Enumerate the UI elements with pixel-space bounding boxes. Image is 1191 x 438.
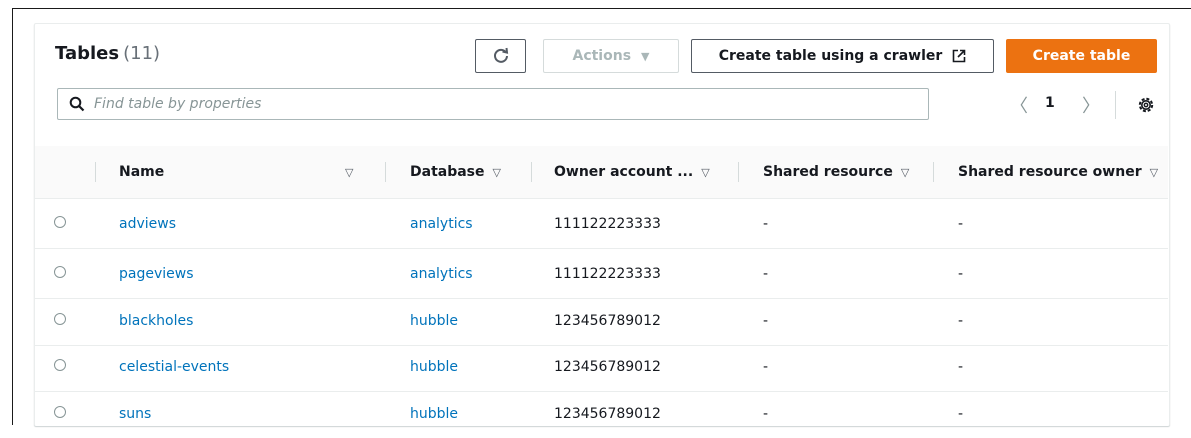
shared-resource-owner-cell: -	[958, 312, 964, 329]
database-link[interactable]: analytics	[410, 199, 473, 248]
column-label: Name	[119, 164, 165, 180]
table-row: blackholes hubble 123456789012 - -	[35, 296, 1168, 346]
chevron-left-icon[interactable]: 〈	[1010, 92, 1028, 118]
sort-icon[interactable]: ▽	[701, 166, 709, 179]
table-row: celestial-events hubble 123456789012 - -	[35, 342, 1168, 392]
caret-down-icon: ▼	[641, 49, 650, 63]
search-icon	[69, 96, 85, 112]
column-divider	[385, 162, 386, 182]
external-link-icon	[952, 49, 966, 63]
column-label: Shared resource	[763, 164, 893, 180]
table-name-link[interactable]: blackholes	[119, 296, 193, 345]
column-header-shared-resource[interactable]: Shared resource ▽	[763, 146, 909, 198]
sort-icon[interactable]: ▽	[493, 166, 501, 179]
refresh-icon	[493, 47, 508, 63]
table-count: (11)	[123, 43, 161, 64]
database-link[interactable]: analytics	[410, 249, 473, 298]
shared-resource-cell: -	[763, 358, 769, 375]
column-divider	[95, 162, 96, 182]
create-table-crawler-button[interactable]: Create table using a crawler	[691, 39, 994, 73]
shared-resource-owner-cell: -	[958, 405, 964, 422]
database-link[interactable]: hubble	[410, 296, 458, 345]
column-header-database[interactable]: Database ▽	[410, 146, 501, 198]
create-label: Create table	[1032, 48, 1131, 64]
search-input[interactable]: Find table by properties	[57, 88, 929, 120]
table-name-link[interactable]: adviews	[119, 199, 176, 248]
owner-account-cell: 123456789012	[554, 358, 661, 375]
sort-icon[interactable]: ▽	[1150, 166, 1158, 179]
column-label: Owner account ...	[554, 164, 694, 180]
shared-resource-owner-cell: -	[958, 265, 964, 282]
column-label: Database	[410, 164, 485, 180]
column-divider	[738, 162, 739, 182]
column-divider	[933, 162, 934, 182]
column-header-name[interactable]: Name ▽	[119, 146, 359, 198]
shared-resource-cell: -	[763, 215, 769, 232]
column-header-owner-account[interactable]: Owner account ... ▽	[554, 146, 710, 198]
create-table-button[interactable]: Create table	[1006, 39, 1157, 73]
owner-account-cell: 111122223333	[554, 265, 661, 282]
owner-account-cell: 123456789012	[554, 312, 661, 329]
crawler-label: Create table using a crawler	[718, 48, 943, 64]
actions-label: Actions	[572, 48, 632, 64]
database-link[interactable]: hubble	[410, 389, 458, 438]
page-title: Tables (11)	[55, 43, 160, 64]
owner-account-cell: 123456789012	[554, 405, 661, 422]
pager-divider	[1115, 91, 1116, 119]
table-header: Name ▽ Database ▽ Owner account ... ▽ Shar…	[35, 146, 1168, 199]
row-select-radio[interactable]	[54, 313, 66, 325]
database-link[interactable]: hubble	[410, 342, 458, 391]
search-placeholder: Find table by properties	[94, 96, 262, 112]
owner-account-cell: 111122223333	[554, 215, 661, 232]
table-name-link[interactable]: pageviews	[119, 249, 194, 298]
table-name-link[interactable]: celestial-events	[119, 342, 229, 391]
row-select-radio[interactable]	[54, 406, 66, 418]
shared-resource-cell: -	[763, 265, 769, 282]
row-select-radio[interactable]	[54, 216, 66, 228]
table-row: pageviews analytics 111122223333 - -	[35, 249, 1168, 299]
table-name-link[interactable]: suns	[119, 389, 151, 438]
sort-icon[interactable]: ▽	[901, 166, 909, 179]
sort-icon[interactable]: ▽	[345, 166, 353, 179]
shared-resource-owner-cell: -	[958, 358, 964, 375]
row-select-radio[interactable]	[54, 266, 66, 278]
chevron-right-icon[interactable]: 〉	[1082, 92, 1100, 118]
column-header-shared-resource-owner[interactable]: Shared resource owner ▽	[958, 146, 1158, 198]
title-text: Tables	[55, 43, 120, 64]
gear-icon[interactable]	[1137, 96, 1155, 114]
table-row: adviews analytics 111122223333 - -	[35, 199, 1168, 249]
refresh-button[interactable]	[475, 39, 526, 73]
actions-button[interactable]: Actions ▼	[543, 39, 679, 73]
table-row: suns hubble 123456789012 - -	[35, 389, 1168, 438]
shared-resource-cell: -	[763, 405, 769, 422]
current-page[interactable]: 1	[1045, 95, 1055, 111]
row-select-radio[interactable]	[54, 359, 66, 371]
shared-resource-owner-cell: -	[958, 215, 964, 232]
column-label: Shared resource owner	[958, 164, 1142, 180]
column-divider	[531, 162, 532, 182]
shared-resource-cell: -	[763, 312, 769, 329]
